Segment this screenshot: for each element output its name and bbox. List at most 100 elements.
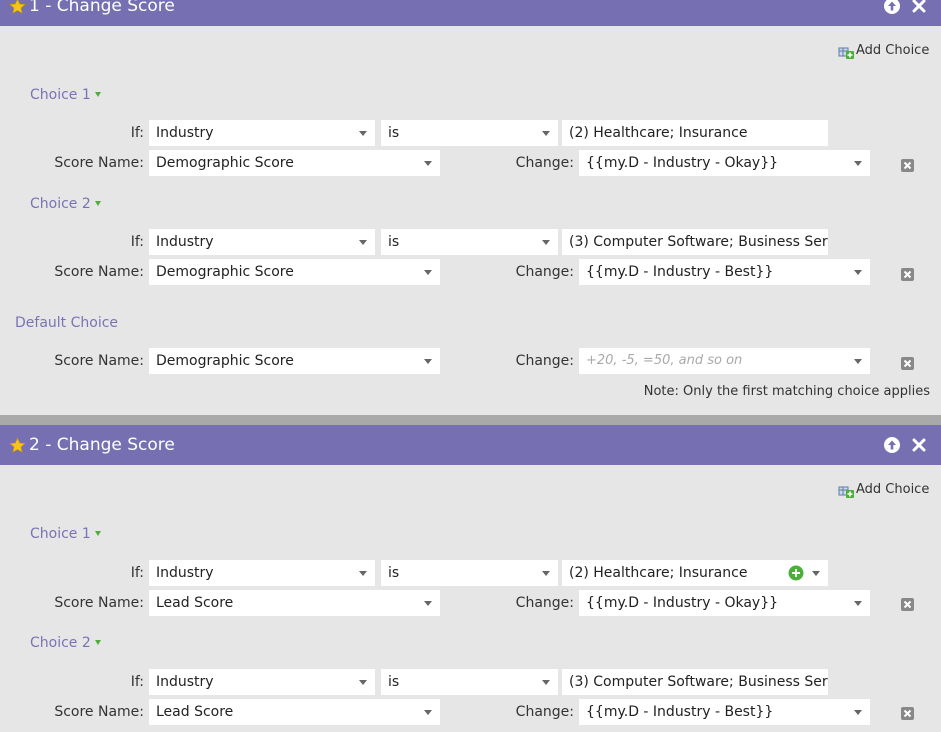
change-value: {{my.D - Industry - Best}}	[586, 264, 774, 280]
field-value: Industry	[156, 674, 214, 690]
score-name-value: Lead Score	[156, 704, 234, 720]
score-name-select[interactable]: Demographic Score	[149, 150, 440, 176]
move-up-button[interactable]	[884, 0, 900, 14]
first-match-note: Note: Only the first matching choice app…	[643, 384, 930, 399]
score-name-select[interactable]: Demographic Score	[149, 259, 440, 285]
score-name-label: Score Name:	[54, 155, 144, 171]
score-name-select[interactable]: Lead Score	[149, 590, 440, 616]
change-label: Change:	[515, 704, 574, 720]
choice-1-toggle[interactable]: Choice 1	[30, 526, 101, 542]
flow-step-title: 1 - Change Score	[29, 0, 175, 16]
constraint-value-input[interactable]: (3) Computer Software; Business Services	[562, 669, 828, 695]
operator-select[interactable]: is	[381, 229, 558, 255]
field-select[interactable]: Industry	[149, 669, 375, 695]
if-label: If:	[130, 125, 144, 141]
change-label: Change:	[515, 155, 574, 171]
operator-value: is	[388, 565, 400, 581]
operator-value: is	[388, 674, 400, 690]
choice-2-toggle[interactable]: Choice 2	[30, 635, 101, 651]
if-label: If:	[130, 234, 144, 250]
chevron-down-icon	[94, 201, 101, 206]
arrow-up-circle-icon	[888, 440, 896, 450]
choice-label: Choice 2	[30, 196, 91, 212]
change-select[interactable]: {{my.D - Industry - Okay}}	[579, 590, 870, 616]
operator-select[interactable]: is	[381, 120, 558, 146]
field-value: Industry	[156, 234, 214, 250]
score-name-value: Lead Score	[156, 595, 234, 611]
choice-1-toggle[interactable]: Choice 1	[30, 87, 101, 103]
change-label: Change:	[515, 595, 574, 611]
star-icon	[9, 437, 26, 453]
choice-2-toggle[interactable]: Choice 2	[30, 196, 101, 212]
operator-value: is	[388, 125, 400, 141]
change-select[interactable]: {{my.D - Industry - Okay}}	[579, 150, 870, 176]
delete-x-icon[interactable]	[901, 268, 914, 281]
close-icon[interactable]	[911, 0, 927, 14]
chevron-down-icon	[812, 571, 820, 576]
arrow-up-circle-icon	[888, 1, 896, 11]
default-choice-label: Default Choice	[15, 315, 119, 331]
chevron-down-icon	[542, 571, 550, 576]
chevron-down-icon	[424, 710, 432, 715]
chevron-down-icon	[359, 240, 367, 245]
chevron-down-icon	[854, 359, 862, 364]
if-label: If:	[130, 565, 144, 581]
constraint-value: (2) Healthcare; Insurance	[569, 565, 748, 581]
chevron-down-icon	[854, 270, 862, 275]
choice-label: Choice 1	[30, 87, 91, 103]
delete-x-icon[interactable]	[901, 159, 914, 172]
constraint-value-input[interactable]: (3) Computer Software; Business Services	[562, 229, 828, 255]
score-name-value: Demographic Score	[156, 264, 294, 280]
constraint-value-input[interactable]: (2) Healthcare; Insurance	[562, 120, 828, 146]
flow-step-header: 2 - Change Score	[0, 425, 941, 465]
flow-step-panel-1: 1 - Change Score Add Choice Choice 1 If:…	[0, 0, 941, 415]
chevron-down-icon	[424, 270, 432, 275]
plus-circle-icon[interactable]	[788, 565, 804, 581]
operator-select[interactable]: is	[381, 669, 558, 695]
chevron-down-icon	[424, 359, 432, 364]
change-value: {{my.D - Industry - Best}}	[586, 704, 774, 720]
operator-value: is	[388, 234, 400, 250]
score-name-label: Score Name:	[54, 264, 144, 280]
choice-label: Choice 2	[30, 635, 91, 651]
field-select[interactable]: Industry	[149, 560, 375, 586]
panel-separator	[0, 415, 941, 425]
chevron-down-icon	[94, 92, 101, 97]
change-label: Change:	[515, 264, 574, 280]
chevron-down-icon	[854, 710, 862, 715]
delete-x-icon[interactable]	[901, 357, 914, 370]
delete-x-icon[interactable]	[901, 598, 914, 611]
field-value: Industry	[156, 125, 214, 141]
change-placeholder: +20, -5, =50, and so on	[586, 353, 743, 368]
star-icon	[9, 0, 26, 14]
flow-step-header: 1 - Change Score	[0, 0, 941, 26]
move-up-button[interactable]	[884, 437, 900, 453]
chevron-down-icon	[542, 131, 550, 136]
score-name-select[interactable]: Lead Score	[149, 699, 440, 725]
score-name-select[interactable]: Demographic Score	[149, 348, 440, 374]
if-label: If:	[130, 674, 144, 690]
add-choice-icon	[838, 486, 854, 498]
change-select[interactable]: {{my.D - Industry - Best}}	[579, 259, 870, 285]
field-select[interactable]: Industry	[149, 229, 375, 255]
score-name-label: Score Name:	[54, 704, 144, 720]
score-name-label: Score Name:	[54, 595, 144, 611]
chevron-down-icon	[359, 680, 367, 685]
chevron-down-icon	[424, 601, 432, 606]
operator-select[interactable]: is	[381, 560, 558, 586]
change-value: {{my.D - Industry - Okay}}	[586, 155, 779, 171]
add-choice-label: Add Choice	[856, 482, 930, 497]
field-select[interactable]: Industry	[149, 120, 375, 146]
change-select[interactable]: {{my.D - Industry - Best}}	[579, 699, 870, 725]
close-icon[interactable]	[911, 437, 927, 453]
constraint-value-select[interactable]: (2) Healthcare; Insurance	[562, 560, 828, 586]
delete-x-icon[interactable]	[901, 707, 914, 720]
chevron-down-icon	[424, 161, 432, 166]
change-value: {{my.D - Industry - Okay}}	[586, 595, 779, 611]
chevron-down-icon	[359, 571, 367, 576]
change-select[interactable]: +20, -5, =50, and so on	[579, 348, 870, 374]
chevron-down-icon	[542, 680, 550, 685]
score-name-label: Score Name:	[54, 353, 144, 369]
chevron-down-icon	[94, 640, 101, 645]
flow-step-title: 2 - Change Score	[29, 435, 175, 455]
